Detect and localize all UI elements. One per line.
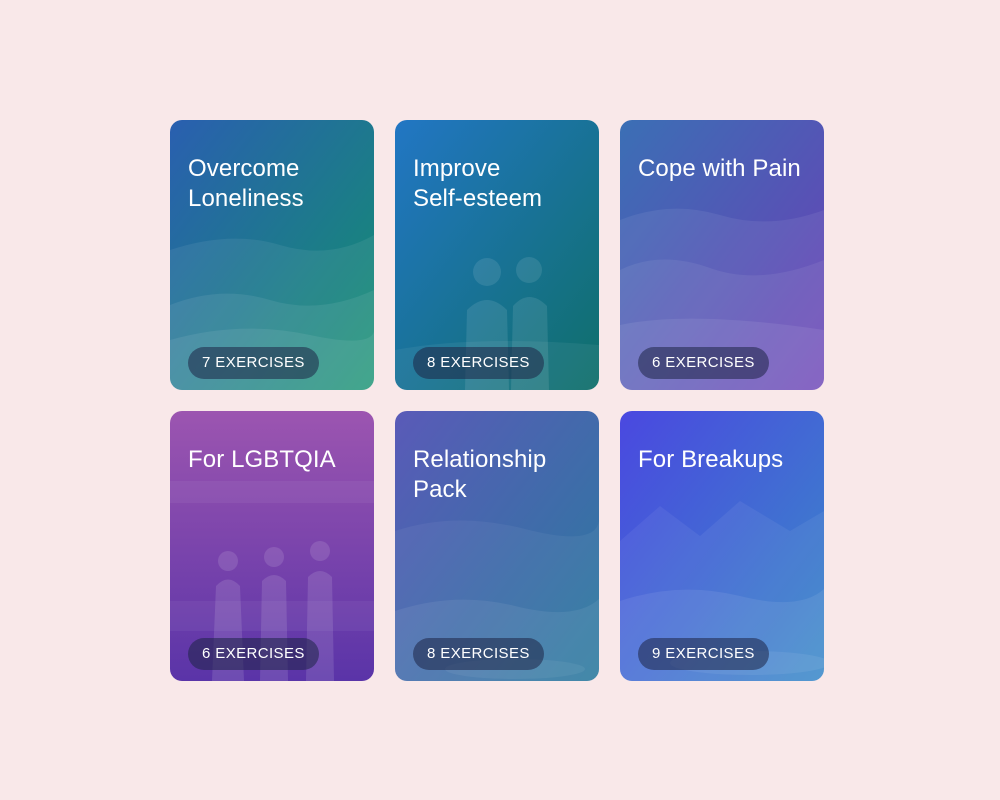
exercise-count-badge: 8 EXERCISES: [413, 347, 544, 379]
pack-card-for-breakups[interactable]: For Breakups 9 EXERCISES: [620, 411, 824, 681]
pack-title: Overcome Loneliness: [188, 155, 304, 212]
pack-title: Relationship Pack: [413, 446, 547, 503]
pack-card-improve-self-esteem[interactable]: Improve Self-esteem 8 EXERCISES: [395, 120, 599, 390]
pack-card-relationship-pack[interactable]: Relationship Pack 8 EXERCISES: [395, 411, 599, 681]
exercise-count-badge: 8 EXERCISES: [413, 638, 544, 670]
pack-title: For LGBTQIA: [188, 446, 336, 473]
exercise-count-badge: 6 EXERCISES: [188, 638, 319, 670]
pack-title: For Breakups: [638, 446, 784, 473]
pack-card-for-lgbtqia[interactable]: For LGBTQIA 6 EXERCISES: [170, 411, 374, 681]
pack-card-overcome-loneliness[interactable]: Overcome Loneliness 7 EXERCISES: [170, 120, 374, 390]
exercise-count-badge: 6 EXERCISES: [638, 347, 769, 379]
pack-title: Cope with Pain: [638, 155, 801, 182]
pack-card-cope-with-pain[interactable]: Cope with Pain 6 EXERCISES: [620, 120, 824, 390]
exercise-pack-grid: Overcome Loneliness 7 EXERCISES Improve …: [170, 120, 824, 681]
exercise-count-badge: 7 EXERCISES: [188, 347, 319, 379]
pack-title: Improve Self-esteem: [413, 155, 543, 212]
exercise-count-badge: 9 EXERCISES: [638, 638, 769, 670]
